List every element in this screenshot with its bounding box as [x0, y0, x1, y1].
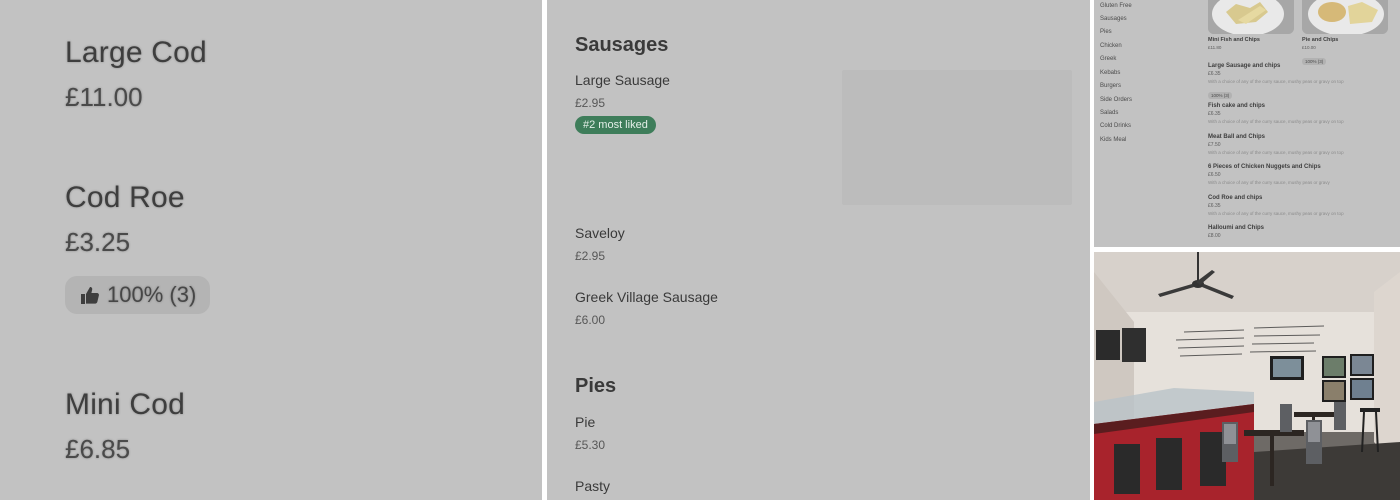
menu-item-name: Large Sausage [575, 72, 670, 88]
rating-text: 100% (3) [107, 282, 197, 307]
menu-item-name: Saveloy [575, 225, 625, 241]
menu-item-fish-cake-chips[interactable]: Fish cake and chips £6.35 With a choice … [1208, 103, 1393, 124]
menu-item-name: Large Cod [65, 36, 207, 69]
menu-item-price: £6.35 [1208, 111, 1221, 117]
menu-item-name: Mini Cod [65, 388, 185, 421]
rating-badge: 100% (3) [65, 276, 211, 314]
menu-item-description: With a choice of any of the curry sauce,… [1208, 79, 1344, 84]
category-link-kebabs[interactable]: Kebabs [1100, 70, 1120, 76]
thumbs-up-icon [81, 287, 99, 304]
menu-item-cod-roe[interactable]: Cod Roe £3.25 100% (3) [65, 181, 211, 314]
food-image [1208, 0, 1294, 34]
menu-item-price: £2.95 [575, 249, 606, 263]
item-image-placeholder [842, 70, 1072, 205]
rating-badge: 100% (3) [1208, 92, 1233, 99]
menu-item-name: Pasty [575, 478, 611, 494]
card-title: Mini Fish and Chips [1208, 37, 1260, 43]
menu-item-price: £6.00 [575, 313, 606, 327]
menu-item-price: £5.30 [575, 438, 606, 452]
menu-item-price: £6.35 [1208, 71, 1221, 77]
food-image [1302, 0, 1388, 34]
menu-item-pie[interactable]: Pie £5.30 [575, 414, 605, 452]
menu-item-name: Halloumi and Chips [1208, 225, 1265, 231]
card-title: Pie and Chips [1302, 37, 1339, 43]
menu-item-cod-roe-chips[interactable]: Cod Roe and chips £6.35 With a choice of… [1208, 195, 1393, 216]
section-title-pies: Pies [575, 375, 617, 397]
category-link-chicken[interactable]: Chicken [1100, 43, 1122, 49]
menu-item-price: £8.00 [1208, 233, 1221, 239]
category-link-greek[interactable]: Greek [1100, 56, 1116, 62]
menu-item-name: Fish cake and chips [1208, 103, 1266, 109]
most-liked-badge: #2 most liked [575, 116, 656, 134]
category-link-side-orders[interactable]: Side Orders [1100, 97, 1132, 103]
card-price: £10.00 [1302, 45, 1316, 50]
section-title-sausages: Sausages [575, 34, 669, 56]
menu-item-price: £6.35 [1208, 203, 1221, 209]
menu-item-price: £7.50 [1208, 142, 1221, 148]
menu-item-name: Pie [575, 414, 596, 430]
menu-item-name: Cod Roe and chips [1208, 195, 1263, 201]
menu-item-price: £3.25 [65, 227, 131, 257]
menu-item-large-cod[interactable]: Large Cod £11.00 [65, 36, 207, 113]
featured-card-pie-chips[interactable]: Pie and Chips £10.00 100% (3) [1302, 0, 1388, 68]
menu-item-name: Cod Roe [65, 181, 185, 214]
card-price: £11.80 [1208, 45, 1222, 50]
menu-item-price: £2.95 [575, 96, 606, 110]
menu-item-large-sausage[interactable]: Large Sausage £2.95 #2 most liked [575, 72, 670, 134]
menu-item-name: Large Sausage and chips [1208, 63, 1281, 69]
category-link-salads[interactable]: Salads [1100, 110, 1118, 116]
category-link-sausages[interactable]: Sausages [1100, 16, 1127, 22]
menu-item-mini-cod[interactable]: Mini Cod £6.85 [65, 388, 185, 465]
menu-item-saveloy[interactable]: Saveloy £2.95 [575, 225, 625, 263]
menu-item-greek-village-sausage[interactable]: Greek Village Sausage £6.00 [575, 289, 718, 327]
restaurant-interior-photo [1094, 252, 1400, 500]
menu-item-price: £11.00 [65, 82, 143, 112]
menu-item-description: With a choice of any of the curry sauce,… [1208, 150, 1344, 155]
category-link-burgers[interactable]: Burgers [1100, 83, 1121, 89]
menu-item-meat-ball-chips[interactable]: Meat Ball and Chips £7.50 With a choice … [1208, 134, 1393, 155]
menu-item-name: Greek Village Sausage [575, 289, 718, 305]
menu-item-name: 6 Pieces of Chicken Nuggets and Chips [1208, 164, 1321, 170]
menu-item-large-sausage-chips[interactable]: Large Sausage and chips £6.35 With a cho… [1208, 63, 1393, 102]
category-link-gluten-free[interactable]: Gluten Free [1100, 3, 1132, 9]
menu-item-description: With a choice of any of the curry sauce,… [1208, 211, 1344, 216]
menu-item-price: £6.50 [1208, 172, 1221, 178]
category-link-kids-meal[interactable]: Kids Meal [1100, 137, 1126, 143]
menu-item-description: With a choice of any of the curry sauce,… [1208, 119, 1344, 124]
category-link-pies[interactable]: Pies [1100, 29, 1112, 35]
menu-item-halloumi-chips[interactable]: Halloumi and Chips £8.00 [1208, 225, 1393, 239]
featured-card-mini-fish[interactable]: Mini Fish and Chips £11.80 [1208, 0, 1294, 50]
category-link-cold-drinks[interactable]: Cold Drinks [1100, 123, 1131, 129]
menu-item-chicken-nuggets-chips[interactable]: 6 Pieces of Chicken Nuggets and Chips £6… [1208, 164, 1393, 185]
menu-item-price: £6.85 [65, 434, 131, 464]
menu-item-name: Meat Ball and Chips [1208, 134, 1266, 140]
menu-item-pasty[interactable]: Pasty [575, 478, 610, 494]
menu-item-description: With a choice of any of the curry sauce,… [1208, 180, 1330, 185]
interior-image [1094, 252, 1400, 500]
